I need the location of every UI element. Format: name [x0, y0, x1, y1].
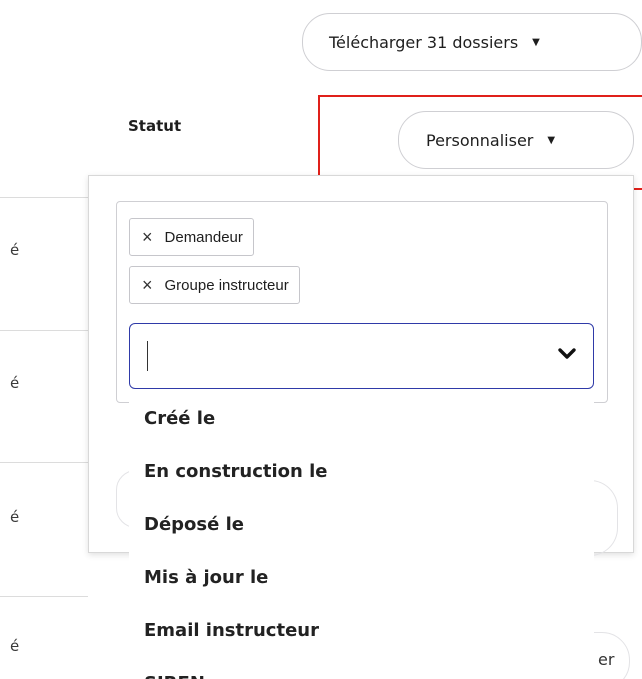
selected-column-tag: × Demandeur [129, 218, 254, 256]
row-action-label-fragment: er [598, 650, 615, 669]
table-row-status-fragment: é [10, 637, 20, 655]
column-option[interactable]: Mis à jour le [129, 551, 594, 604]
chevron-down-icon[interactable] [557, 344, 577, 364]
column-option[interactable]: Email instructeur [129, 604, 594, 657]
column-search-input[interactable] [129, 323, 594, 389]
column-header-statut: Statut [128, 117, 182, 135]
table-row-status-fragment: é [10, 241, 20, 259]
column-option[interactable]: Créé le [129, 392, 594, 445]
download-dossiers-button[interactable]: Télécharger 31 dossiers ▼ [302, 13, 642, 71]
caret-down-icon: ▼ [547, 134, 556, 146]
row-divider [0, 330, 88, 331]
remove-tag-icon[interactable]: × [142, 227, 153, 248]
remove-tag-icon[interactable]: × [142, 275, 153, 296]
page: Télécharger 31 dossiers ▼ Statut Personn… [0, 0, 642, 679]
text-cursor [147, 341, 148, 371]
column-options-list: Créé le En construction le Déposé le Mis… [129, 392, 594, 679]
selected-column-tag: × Groupe instructeur [129, 266, 300, 304]
customize-columns-button[interactable]: Personnaliser ▼ [398, 111, 634, 169]
customize-button-label: Personnaliser [426, 130, 534, 150]
column-option[interactable]: Déposé le [129, 498, 594, 551]
row-divider [0, 462, 88, 463]
table-row-status-fragment: é [10, 508, 20, 526]
caret-down-icon: ▼ [532, 36, 540, 48]
row-divider [0, 197, 88, 198]
column-option[interactable]: SIREN [129, 657, 594, 679]
row-divider [0, 596, 88, 597]
download-button-label: Télécharger 31 dossiers [329, 32, 519, 52]
tag-label: Demandeur [164, 228, 243, 246]
column-option[interactable]: En construction le [129, 445, 594, 498]
tag-label: Groupe instructeur [164, 276, 289, 294]
table-row-status-fragment: é [10, 374, 20, 392]
